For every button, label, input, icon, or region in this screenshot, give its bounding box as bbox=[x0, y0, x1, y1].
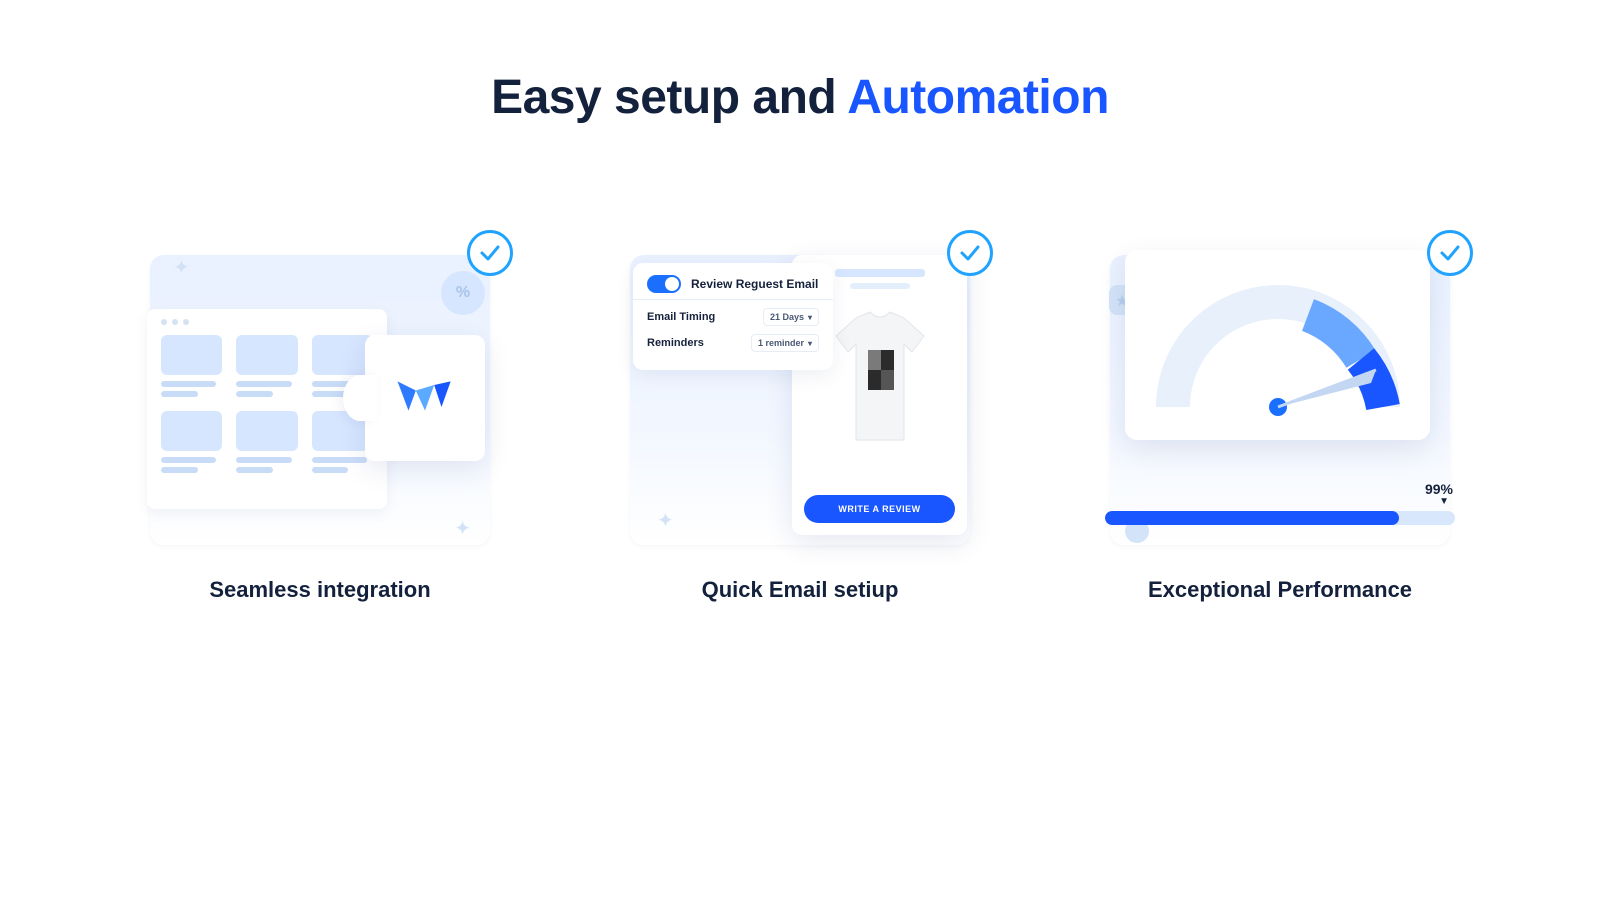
progress-track bbox=[1105, 511, 1455, 525]
star-icon: ✦ bbox=[657, 508, 674, 533]
timing-select[interactable]: 21 Days bbox=[763, 308, 819, 326]
grid-cell bbox=[236, 335, 297, 397]
reminders-label: Reminders bbox=[647, 337, 704, 349]
email-caption: Quick Email setiup bbox=[702, 577, 899, 603]
product-grid bbox=[161, 335, 373, 473]
grid-cell bbox=[236, 411, 297, 473]
grid-cell bbox=[161, 411, 222, 473]
page-headline: Easy setup and Automation bbox=[0, 70, 1600, 125]
product-image-icon bbox=[815, 303, 945, 453]
progress-wrap: 99% ▼ bbox=[1105, 481, 1455, 517]
checkmark-icon bbox=[947, 230, 993, 276]
timing-label: Email Timing bbox=[647, 311, 715, 323]
integration-caption: Seamless integration bbox=[209, 577, 430, 603]
feature-integration: ✦ ✦ % bbox=[135, 245, 505, 603]
feature-email: ✦ Review Reguest Email Email Timing 21 D… bbox=[615, 245, 985, 603]
progress-percent-label: 99% bbox=[1105, 481, 1453, 497]
star-icon: ✦ bbox=[454, 516, 471, 541]
checkmark-icon bbox=[1427, 230, 1473, 276]
email-illustration: ✦ Review Reguest Email Email Timing 21 D… bbox=[615, 245, 985, 555]
brand-logo-icon bbox=[397, 374, 453, 423]
caret-down-icon: ▼ bbox=[1105, 497, 1449, 507]
grid-cell bbox=[161, 335, 222, 397]
star-icon: ✦ bbox=[173, 255, 190, 280]
placeholder-line bbox=[835, 269, 925, 277]
feature-performance: ★ 99% ▼ bbox=[1095, 245, 1465, 603]
page-root: Easy setup and Automation ✦ ✦ % bbox=[0, 0, 1600, 603]
puzzle-tab bbox=[343, 375, 377, 421]
toggle-row: Review Reguest Email bbox=[647, 275, 819, 293]
divider bbox=[633, 299, 833, 300]
write-review-button[interactable]: WRITE A REVIEW bbox=[804, 495, 955, 523]
setting-row-timing: Email Timing 21 Days bbox=[647, 308, 819, 326]
headline-prefix: Easy setup and bbox=[491, 71, 847, 124]
integration-plugin-card bbox=[365, 335, 485, 461]
toggle-label: Review Reguest Email bbox=[691, 277, 818, 291]
checkmark-icon bbox=[467, 230, 513, 276]
review-request-toggle[interactable] bbox=[647, 275, 681, 293]
headline-accent: Automation bbox=[847, 71, 1109, 124]
progress-fill bbox=[1105, 511, 1399, 525]
features-row: ✦ ✦ % bbox=[0, 245, 1600, 603]
setting-row-reminders: Reminders 1 reminder bbox=[647, 334, 819, 352]
window-dots bbox=[161, 319, 373, 325]
reminders-select[interactable]: 1 reminder bbox=[751, 334, 819, 352]
gauge-panel bbox=[1125, 250, 1430, 440]
integration-illustration: ✦ ✦ % bbox=[135, 245, 505, 555]
performance-caption: Exceptional Performance bbox=[1148, 577, 1412, 603]
performance-illustration: ★ 99% ▼ bbox=[1095, 245, 1465, 555]
placeholder-line bbox=[850, 283, 910, 289]
gauge-icon bbox=[1153, 267, 1403, 422]
percent-icon: % bbox=[441, 271, 485, 315]
email-settings-panel: Review Reguest Email Email Timing 21 Day… bbox=[633, 263, 833, 370]
